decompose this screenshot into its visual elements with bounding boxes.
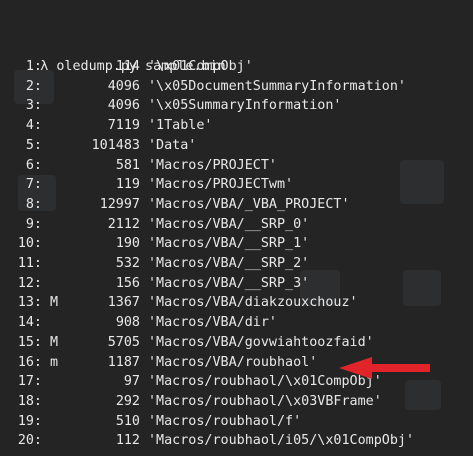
red-arrow-annotation bbox=[339, 357, 430, 379]
terminal-window[interactable]: λ oledump.py sample.bin 1: 114 '\x01CompOb… bbox=[0, 0, 473, 456]
arrow-icon bbox=[339, 357, 430, 379]
